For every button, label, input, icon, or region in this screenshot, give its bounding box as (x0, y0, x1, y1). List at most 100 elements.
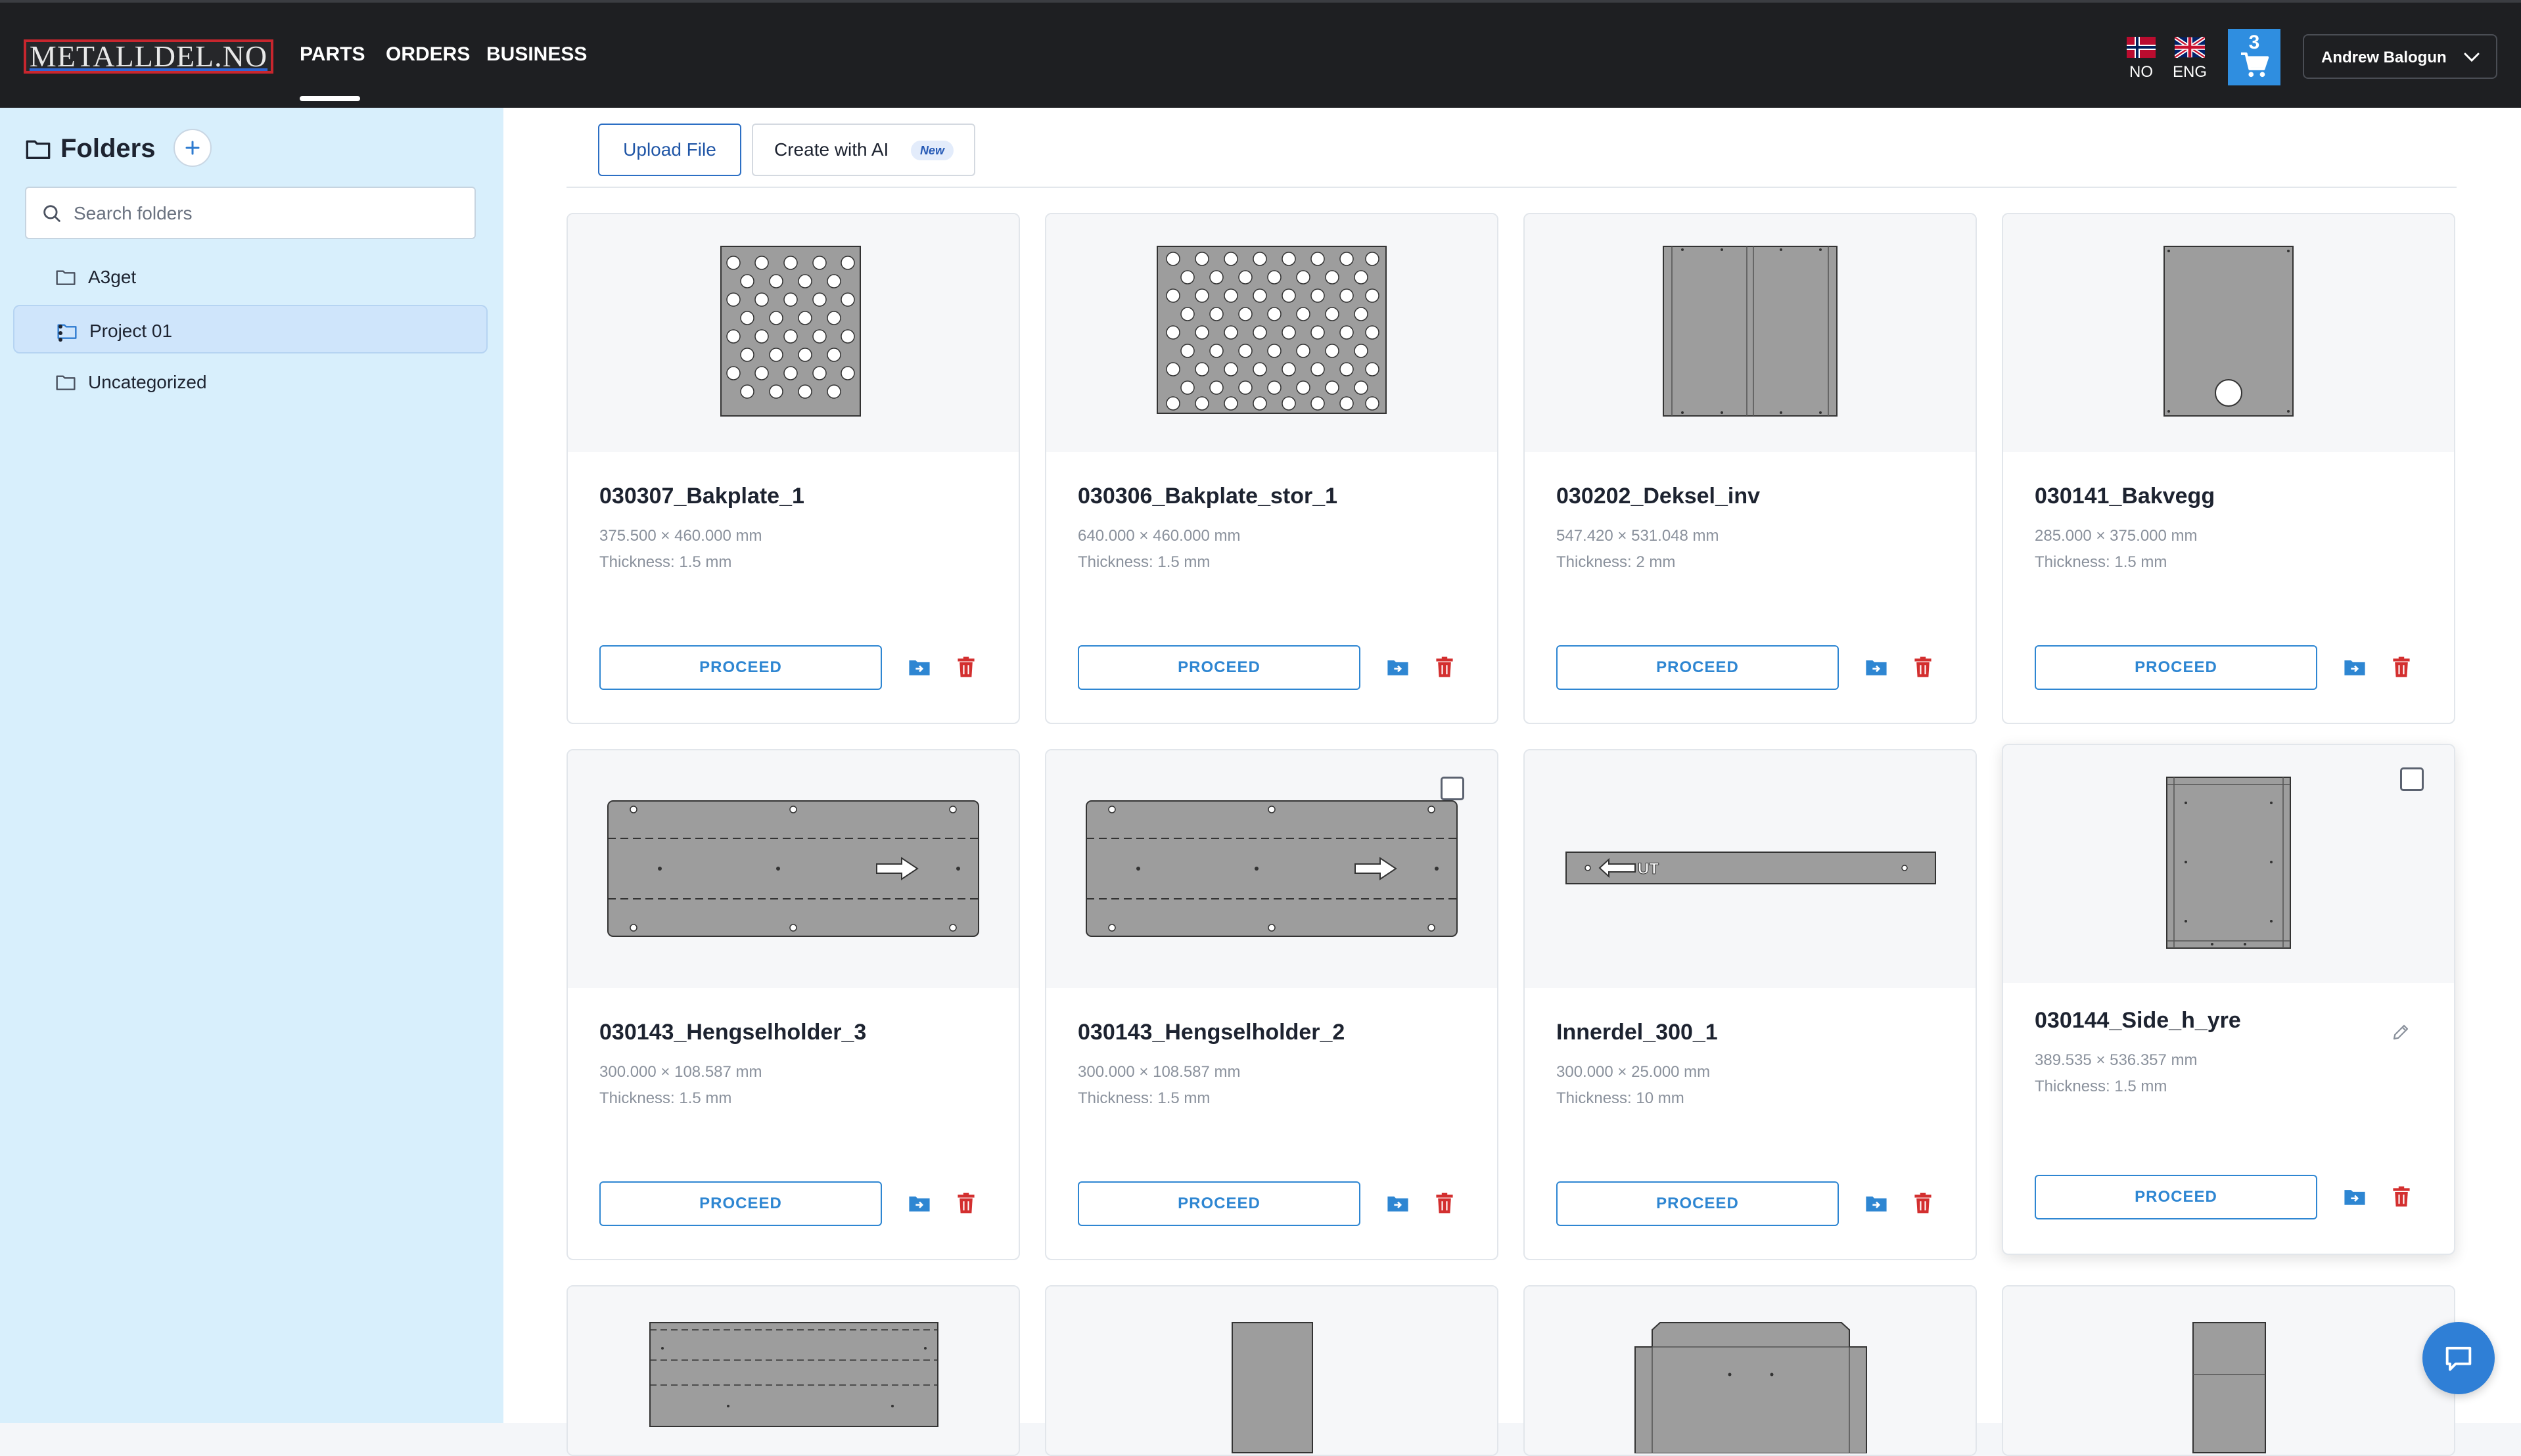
part-drawing-inner-part: UT (1565, 852, 1936, 884)
part-card[interactable]: 030143_Hengselholder_3 300.000 × 108.587… (567, 749, 1020, 1260)
proceed-button[interactable]: PROCEED (2035, 1175, 2317, 1219)
logo-text: METALLDEL.NO (29, 39, 268, 73)
delete-icon[interactable] (1435, 656, 1454, 678)
more-options-icon[interactable] (57, 322, 64, 344)
part-preview (2003, 745, 2454, 983)
part-card[interactable] (1045, 1285, 1498, 1456)
proceed-button[interactable]: PROCEED (2035, 645, 2317, 690)
delete-icon[interactable] (2392, 1185, 2411, 1208)
folder-label: A3get (88, 267, 137, 287)
part-drawing-bracket (1232, 1322, 1313, 1453)
move-to-folder-icon[interactable] (2344, 1187, 2366, 1206)
norway-flag-icon (2126, 37, 2156, 58)
folder-label: Uncategorized (88, 372, 207, 392)
site-logo[interactable]: METALLDEL.NO (24, 39, 273, 74)
language-no[interactable]: NO (2121, 37, 2161, 81)
delete-icon[interactable] (1914, 1192, 1932, 1214)
part-preview (1525, 214, 1976, 452)
part-card[interactable]: 030144_Side_h_yre 389.535 × 536.357 mm T… (2002, 744, 2455, 1255)
part-card[interactable]: 030306_Bakplate_stor_1 640.000 × 460.000… (1045, 213, 1498, 724)
delete-icon[interactable] (1914, 656, 1932, 678)
part-card[interactable]: 030202_Deksel_inv 547.420 × 531.048 mm T… (1523, 213, 1977, 724)
folder-search (25, 187, 476, 239)
part-dimensions: 640.000 × 460.000 mm (1078, 527, 1241, 545)
proceed-button[interactable]: PROCEED (599, 1181, 882, 1226)
part-preview (1046, 1286, 1497, 1455)
delete-icon[interactable] (2392, 656, 2411, 678)
part-name: 030306_Bakplate_stor_1 (1078, 484, 1338, 509)
proceed-button[interactable]: PROCEED (1078, 645, 1360, 690)
folder-icon (56, 270, 76, 285)
part-dimensions: 285.000 × 375.000 mm (2035, 527, 2198, 545)
part-thickness: Thickness: 2 mm (1556, 553, 1676, 571)
move-to-folder-icon[interactable] (1387, 1193, 1409, 1213)
part-dimensions: 389.535 × 536.357 mm (2035, 1051, 2198, 1069)
part-preview: UT (1525, 750, 1976, 988)
folder-item-uncategorized[interactable]: Uncategorized (13, 357, 488, 406)
drawing-label-ut: UT (1638, 860, 1659, 878)
folder-item-a3get[interactable]: A3get (13, 252, 488, 301)
cart-button[interactable]: 3 (2228, 29, 2280, 85)
part-thickness: Thickness: 1.5 mm (1078, 1089, 1211, 1107)
part-preview (2003, 214, 2454, 452)
chat-bubble-icon (2445, 1346, 2472, 1371)
cart-count-badge: 3 (2248, 32, 2260, 53)
chevron-down-icon (2464, 53, 2480, 62)
upload-file-button[interactable]: Upload File (598, 124, 741, 176)
nav-active-indicator (300, 96, 360, 101)
move-to-folder-icon[interactable] (1865, 657, 1887, 677)
language-eng[interactable]: ENG (2170, 37, 2209, 81)
delete-icon[interactable] (957, 656, 975, 678)
select-checkbox[interactable] (2400, 767, 2424, 791)
part-thickness: Thickness: 1.5 mm (1078, 553, 1211, 571)
language-no-label: NO (2129, 63, 2153, 81)
pencil-edit-icon[interactable] (2391, 1022, 2411, 1042)
create-ai-label: Create with AI (774, 139, 889, 160)
proceed-button[interactable]: PROCEED (1078, 1181, 1360, 1226)
search-icon (43, 205, 60, 222)
move-to-folder-icon[interactable] (908, 657, 931, 677)
user-menu[interactable]: Andrew Balogun (2303, 34, 2497, 79)
delete-icon[interactable] (957, 1192, 975, 1214)
part-card[interactable] (2002, 1285, 2455, 1456)
part-card[interactable] (567, 1285, 1020, 1456)
part-drawing-hinge-holder (1086, 800, 1458, 937)
folder-icon (56, 375, 76, 390)
nav-business[interactable]: BUSINESS (486, 43, 587, 66)
move-to-folder-icon[interactable] (908, 1193, 931, 1213)
part-drawing-side-panel (2166, 777, 2291, 949)
part-name: 030202_Deksel_inv (1556, 484, 1761, 509)
part-dimensions: 375.500 × 460.000 mm (599, 527, 762, 545)
part-thickness: Thickness: 1.5 mm (599, 553, 732, 571)
part-card[interactable] (1523, 1285, 1977, 1456)
move-to-folder-icon[interactable] (1387, 657, 1409, 677)
select-checkbox[interactable] (1441, 777, 1464, 800)
create-with-ai-button[interactable]: Create with AI New (752, 124, 975, 176)
nav-parts[interactable]: PARTS (300, 43, 365, 66)
proceed-button[interactable]: PROCEED (1556, 1181, 1839, 1226)
part-preview (568, 214, 1019, 452)
part-drawing-box-blank (1634, 1322, 1867, 1453)
folder-search-input[interactable] (72, 200, 463, 227)
uk-flag-icon (2175, 37, 2205, 58)
proceed-button[interactable]: PROCEED (1556, 645, 1839, 690)
folder-item-project-01[interactable]: Project 01 (13, 305, 488, 353)
add-folder-button[interactable] (173, 129, 212, 167)
move-to-folder-icon[interactable] (2344, 657, 2366, 677)
part-card[interactable]: 030307_Bakplate_1 375.500 × 460.000 mm T… (567, 213, 1020, 724)
proceed-button[interactable]: PROCEED (599, 645, 882, 690)
folder-icon (26, 140, 51, 159)
part-name: 030307_Bakplate_1 (599, 484, 804, 509)
part-card[interactable]: 030143_Hengselholder_2 300.000 × 108.587… (1045, 749, 1498, 1260)
part-preview (1046, 750, 1497, 988)
part-drawing-perforated-plate (1157, 246, 1387, 414)
delete-icon[interactable] (1435, 1192, 1454, 1214)
plus-icon (185, 141, 200, 155)
part-card[interactable]: 030141_Bakvegg 285.000 × 375.000 mm Thic… (2002, 213, 2455, 724)
support-chat-button[interactable] (2422, 1322, 2495, 1394)
move-to-folder-icon[interactable] (1865, 1193, 1887, 1213)
part-card[interactable]: UT Innerdel_300_1 300.000 × 25.000 mm Th… (1523, 749, 1977, 1260)
nav-orders[interactable]: ORDERS (386, 43, 470, 66)
part-drawing-perforated-plate (720, 246, 861, 417)
part-preview (568, 1286, 1019, 1455)
